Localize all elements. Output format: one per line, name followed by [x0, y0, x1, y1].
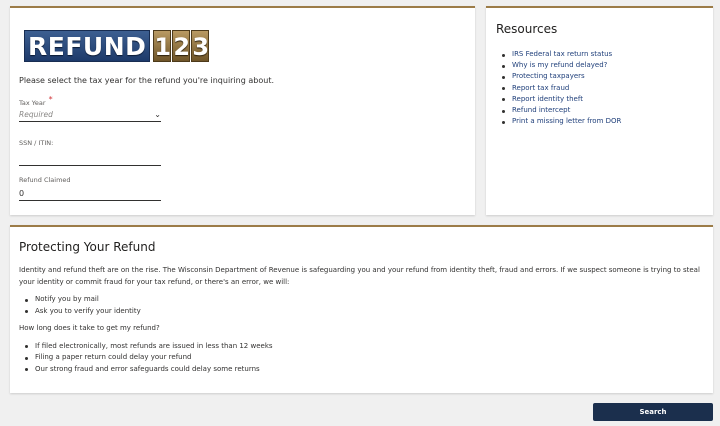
resources-list: IRS Federal tax return status Why is my … [502, 49, 621, 127]
refund-time-list: If filed electronically, most refunds ar… [25, 341, 705, 376]
resource-link-irs-status[interactable]: IRS Federal tax return status [502, 49, 621, 60]
resources-title: Resources [496, 22, 558, 36]
refund-claimed-value: 0 [19, 188, 25, 198]
ssn-label: SSN / ITIN: [19, 139, 54, 147]
protecting-paragraph: Identity and refund theft are on the ris… [19, 266, 700, 286]
tax-year-label: Tax Year * [19, 95, 161, 107]
refund-claimed-field: Refund Claimed 0 [19, 176, 161, 201]
chevron-down-icon[interactable]: ⌄ [154, 110, 161, 119]
resource-link-refund-intercept[interactable]: Refund intercept [502, 105, 621, 116]
logo-digit-1: 1 [153, 30, 172, 62]
form-intro: Please select the tax year for the refun… [19, 76, 274, 85]
refund-claimed-input[interactable]: 0 [19, 186, 161, 201]
refund123-logo: REFUND 1 2 3 [24, 30, 210, 62]
tax-year-select[interactable]: Required ⌄ [19, 107, 161, 122]
ssn-input[interactable] [19, 151, 161, 166]
resource-link-report-identity-theft[interactable]: Report identity theft [502, 94, 621, 105]
we-will-list: Notify you by mail Ask you to verify you… [25, 294, 705, 317]
protecting-title: Protecting Your Refund [19, 240, 156, 254]
resource-link-report-fraud[interactable]: Report tax fraud [502, 83, 621, 94]
tax-year-label-text: Tax Year [19, 99, 46, 107]
list-item: Ask you to verify your identity [25, 306, 705, 318]
resource-link-refund-delayed[interactable]: Why is my refund delayed? [502, 60, 621, 71]
refund-time-question: How long does it take to get my refund? [19, 324, 160, 332]
ssn-field: SSN / ITIN: [19, 139, 161, 166]
list-item: Notify you by mail [25, 294, 705, 306]
list-item: Filing a paper return could delay your r… [25, 352, 705, 364]
tax-year-placeholder: Required [19, 109, 53, 119]
refund-form-card: REFUND 1 2 3 Please select the tax year … [10, 6, 475, 215]
tax-year-field: Tax Year * Required ⌄ [19, 95, 161, 122]
logo-digits: 1 2 3 [152, 30, 210, 62]
list-item: If filed electronically, most refunds ar… [25, 341, 705, 353]
logo-digit-3: 3 [191, 30, 210, 62]
logo-digit-2: 2 [172, 30, 191, 62]
protecting-refund-card: Protecting Your Refund Identity and refu… [10, 225, 713, 393]
protecting-content: Identity and refund theft are on the ris… [19, 265, 705, 375]
resource-link-print-letter[interactable]: Print a missing letter from DOR [502, 116, 621, 127]
logo-word: REFUND [24, 30, 151, 62]
resources-card: Resources IRS Federal tax return status … [486, 6, 713, 215]
search-button[interactable]: Search [593, 403, 713, 421]
required-asterisk: * [48, 95, 53, 104]
refund-claimed-label: Refund Claimed [19, 176, 71, 184]
list-item: Our strong fraud and error safeguards co… [25, 364, 705, 376]
resource-link-protecting-taxpayers[interactable]: Protecting taxpayers [502, 71, 621, 82]
